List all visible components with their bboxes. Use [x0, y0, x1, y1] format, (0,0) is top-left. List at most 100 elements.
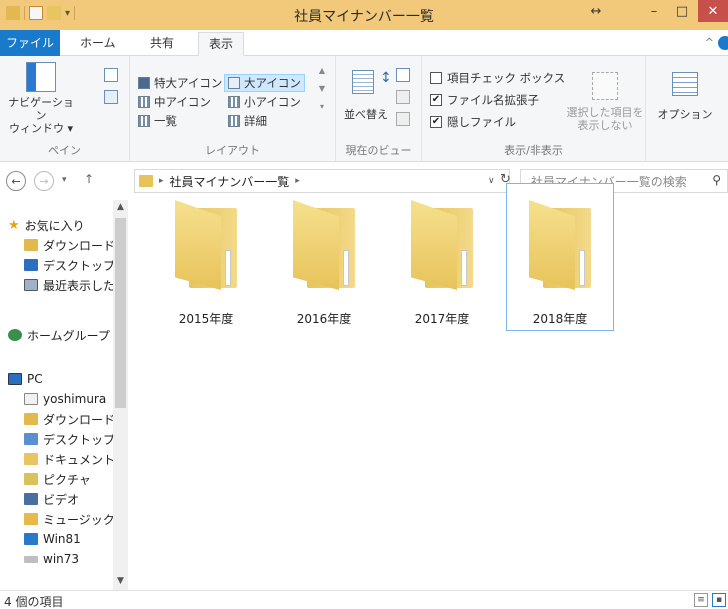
large-icons-view-icon[interactable]: ▪ [712, 593, 726, 607]
minimize-button[interactable]: – [640, 0, 668, 22]
folder-label: 2016年度 [296, 312, 352, 326]
navigation-pane-icon [26, 62, 56, 92]
pictures-icon [24, 473, 38, 485]
network-drive-icon [24, 555, 38, 563]
recent-places-icon [24, 279, 38, 291]
nav-item-pc-desktop[interactable]: デスクトップ [24, 430, 115, 448]
download-folder-icon [24, 239, 38, 251]
item-checkboxes-checkbox[interactable] [430, 72, 442, 84]
group-by-icon[interactable] [396, 68, 410, 82]
options-group: オプション [646, 56, 728, 162]
nav-item-documents[interactable]: ドキュメント [24, 450, 115, 468]
folder-item-2016[interactable]: 2016年度 [270, 183, 378, 331]
item-checkboxes-option[interactable]: 項目チェック ボックス [430, 70, 565, 86]
list-view-button[interactable]: 一覧 [138, 112, 177, 130]
layout-group: 特大アイコン 大アイコン 中アイコン 小アイコン 一覧 詳細 ▲ ▼ ▾ レイアウト [130, 56, 336, 162]
scroll-down-arrow-icon[interactable]: ▼ [113, 576, 128, 586]
navigation-pane-label-line2: ウィンドウ ▾ [8, 122, 74, 135]
maximize-button[interactable]: □ [668, 0, 696, 22]
nav-item-pictures[interactable]: ピクチャ [24, 470, 91, 488]
tab-view[interactable]: 表示 [198, 32, 245, 56]
layout-gallery-scroll[interactable]: ▲ ▼ ▾ [316, 62, 328, 116]
nav-item-videos[interactable]: ビデオ [24, 490, 79, 508]
desktop-icon [24, 259, 38, 271]
folder-icon [173, 200, 241, 292]
star-icon: ★ [8, 217, 20, 233]
folder-label: 2018年度 [532, 312, 588, 326]
add-columns-icon[interactable] [396, 90, 410, 104]
file-extensions-checkbox[interactable]: ✔ [430, 94, 442, 106]
folder-item-2018[interactable]: 2018年度 [506, 183, 614, 331]
status-bar: 4 個の項目 ≡ ▪ [0, 590, 728, 609]
nav-item-favorites[interactable]: ★ お気に入り [8, 216, 85, 234]
folder-icon [291, 200, 359, 292]
videos-icon [24, 493, 38, 505]
tab-file[interactable]: ファイル [0, 30, 60, 56]
current-view-group-label: 現在のビュー [345, 144, 412, 157]
nav-item-pc[interactable]: PC [8, 370, 43, 388]
details-view-icon[interactable]: ≡ [694, 593, 708, 607]
details-pane-icon[interactable] [104, 90, 118, 104]
nav-item-music[interactable]: ミュージック [24, 510, 115, 528]
close-button[interactable]: ✕ [698, 0, 728, 22]
tab-home[interactable]: ホーム [70, 32, 126, 56]
scrollbar-thumb[interactable] [115, 218, 126, 408]
show-hide-group-label: 表示/非表示 [504, 144, 563, 157]
ribbon-tabs: ファイル ホーム 共有 表示 ^ [0, 30, 728, 56]
options-button[interactable]: オプション [652, 108, 718, 121]
ribbon-collapse-icon[interactable]: ^ [705, 36, 714, 49]
medium-icons-icon [138, 96, 150, 108]
sort-direction-icon: ↕ [380, 70, 392, 86]
nav-item-user-folder[interactable]: yoshimura [24, 390, 106, 408]
details-view-button[interactable]: 詳細 [228, 112, 267, 130]
file-extensions-option[interactable]: ✔ ファイル名拡張子 [430, 92, 539, 108]
scroll-up-arrow-icon[interactable]: ▲ [113, 202, 128, 212]
back-button[interactable]: ← [6, 171, 26, 191]
desktop-folder-icon [24, 433, 38, 445]
resize-icon[interactable]: ↔ [582, 0, 610, 22]
recent-locations-icon[interactable]: ▾ [62, 175, 67, 185]
extra-large-icons-button[interactable]: 特大アイコン [138, 74, 222, 92]
forward-button[interactable]: → [34, 171, 54, 191]
item-count: 4 個の項目 [4, 595, 64, 609]
ribbon: ナビゲーション ウィンドウ ▾ ペイン 特大アイコン 大アイコン 中アイコン 小… [0, 56, 728, 162]
nav-item-win81[interactable]: Win81 [24, 530, 81, 548]
pc-icon [8, 373, 22, 385]
sort-by-button[interactable]: 並べ替え [342, 108, 390, 121]
folder-icon [409, 200, 477, 292]
hidden-items-checkbox[interactable]: ✔ [430, 116, 442, 128]
layout-group-label: レイアウト [205, 144, 260, 157]
navigation-pane-label-line1: ナビゲーション [8, 96, 74, 122]
up-button[interactable]: ↑ [84, 172, 94, 186]
hidden-items-option[interactable]: ✔ 隠しファイル [430, 114, 516, 130]
navigation-pane-scrollbar[interactable]: ▲ ▼ [113, 200, 128, 590]
hide-selected-icon [592, 72, 618, 100]
size-columns-icon[interactable] [396, 112, 410, 126]
drive-icon [24, 533, 38, 545]
small-icons-button[interactable]: 小アイコン [228, 93, 301, 111]
nav-item-downloads[interactable]: ダウンロード [24, 236, 115, 254]
nav-item-desktop[interactable]: デスクトップ [24, 256, 115, 274]
nav-item-homegroup[interactable]: ホームグループ [8, 326, 110, 344]
folder-item-2015[interactable]: 2015年度 [152, 183, 260, 331]
help-icon[interactable] [718, 36, 728, 50]
folder-label: 2017年度 [414, 312, 470, 326]
folder-item-2017[interactable]: 2017年度 [388, 183, 496, 331]
tab-share[interactable]: 共有 [140, 32, 184, 56]
nav-item-pc-downloads[interactable]: ダウンロード [24, 410, 115, 428]
hide-selected-button[interactable]: 選択した項目を 表示しない [562, 106, 648, 132]
search-icon[interactable]: ⚲ [712, 173, 721, 187]
large-icons-button[interactable]: 大アイコン [224, 74, 305, 92]
extra-large-icons-icon [138, 77, 150, 89]
current-view-group: ↕ 並べ替え 現在のビュー [336, 56, 422, 162]
download-folder-icon [24, 413, 38, 425]
show-hide-group: 項目チェック ボックス ✔ ファイル名拡張子 ✔ 隠しファイル 選択した項目を … [422, 56, 646, 162]
medium-icons-button[interactable]: 中アイコン [138, 93, 211, 111]
sort-by-icon [352, 70, 374, 94]
nav-item-win73[interactable]: win73 [24, 550, 79, 568]
folder-icon [527, 200, 595, 292]
pane-group: ナビゲーション ウィンドウ ▾ ペイン [0, 56, 130, 162]
navigation-pane-button[interactable]: ナビゲーション ウィンドウ ▾ [4, 62, 78, 135]
window-title: 社員マイナンバー一覧 [294, 9, 434, 25]
preview-pane-icon[interactable] [104, 68, 118, 82]
